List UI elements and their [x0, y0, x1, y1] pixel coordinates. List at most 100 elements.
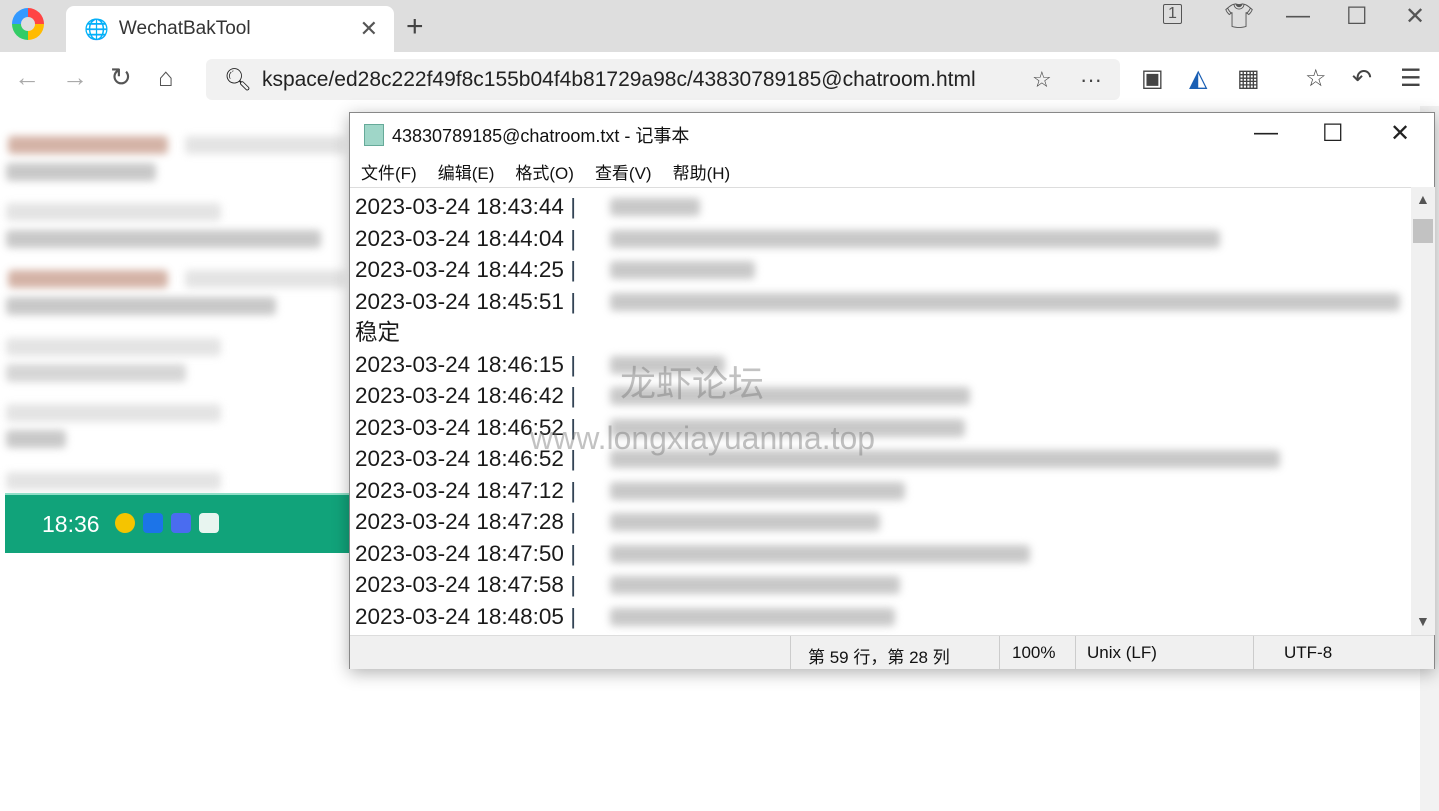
notepad-close-button[interactable]: ✕: [1390, 119, 1410, 148]
timestamp: 2023-03-24 18:44:04: [355, 225, 564, 251]
separator: |: [563, 257, 577, 282]
notepad-minimize-button[interactable]: —: [1254, 119, 1278, 147]
timestamp: 2023-03-24 18:44:25: [355, 257, 564, 282]
text-line: 2023-03-24 18:46:15 |: [355, 349, 1411, 381]
skin-shirt-icon[interactable]: 👕︎: [1224, 2, 1254, 31]
timestamp: 2023-03-24 18:46:15: [355, 351, 564, 377]
menu-help[interactable]: 帮助(H): [673, 159, 731, 184]
tab-wechatbaktool[interactable]: 🌐 WechatBakTool ✕: [66, 6, 394, 52]
status-bar-image: 18:36: [5, 493, 350, 553]
scroll-down-icon[interactable]: ▼: [1416, 613, 1430, 629]
scroll-thumb[interactable]: [1413, 219, 1433, 243]
blurred-message: [610, 607, 895, 626]
text-line: 2023-03-24 18:46:52 |: [355, 412, 1411, 444]
notepad-icon: [364, 123, 384, 146]
menu-view[interactable]: 查看(V): [595, 159, 652, 184]
search-icon: 🔍︎: [224, 66, 252, 92]
extension-icon[interactable]: ▣: [1141, 64, 1164, 93]
blurred-message: [610, 513, 880, 531]
timestamp: 2023-03-24 18:43:44: [355, 194, 564, 219]
notepad-maximize-button[interactable]: ☐: [1322, 119, 1344, 148]
undo-icon[interactable]: ↶: [1352, 64, 1372, 93]
timestamp: 2023-03-24 18:45:51: [355, 288, 564, 314]
app-icon: [143, 513, 163, 533]
tab-title: WechatBakTool: [118, 18, 251, 39]
time-text: 18:36: [42, 511, 100, 537]
blurred-message: [610, 418, 965, 437]
blurred-message: [6, 297, 276, 315]
tab-counter-button[interactable]: 1: [1163, 4, 1182, 24]
new-tab-button[interactable]: +: [406, 10, 424, 44]
menu-format[interactable]: 格式(O): [515, 159, 574, 184]
chat-page-content: [0, 106, 350, 506]
close-window-button[interactable]: ✕: [1405, 2, 1425, 31]
extension-triangle-icon[interactable]: ◭: [1189, 64, 1207, 93]
notepad-status-bar: 第 59 行，第 28 列 100% Unix (LF) UTF-8: [350, 635, 1434, 670]
separator: |: [563, 477, 577, 503]
separator: |: [563, 288, 577, 314]
home-button[interactable]: ⌂: [158, 62, 174, 93]
scroll-up-icon[interactable]: ▲: [1416, 191, 1430, 207]
app-icon: [115, 513, 135, 533]
menu-file[interactable]: 文件(F): [361, 159, 417, 184]
blurred-message: [6, 364, 186, 382]
blurred-message: [610, 450, 1280, 468]
globe-icon: 🌐: [84, 18, 109, 41]
blurred-message: [610, 292, 1400, 311]
separator: |: [563, 509, 577, 534]
blurred-message: [610, 355, 725, 374]
browser-tab-bar: 🌐 WechatBakTool ✕ + 1 👕︎ — ☐ ✕: [0, 0, 1439, 52]
blurred-message: [610, 544, 1030, 563]
notepad-menu-bar: 文件(F) 编辑(E) 格式(O) 查看(V) 帮助(H): [350, 156, 1434, 187]
maximize-button[interactable]: ☐: [1346, 2, 1368, 31]
timestamp: 2023-03-24 18:47:12: [355, 477, 564, 503]
blurred-message: [6, 203, 221, 221]
timestamp: 2023-03-24 18:46:42: [355, 383, 564, 408]
blurred-message: [8, 136, 168, 154]
menu-icon[interactable]: ☰: [1400, 64, 1422, 93]
cursor-position: 第 59 行，第 28 列: [808, 648, 950, 667]
more-icon[interactable]: ···: [1080, 67, 1102, 93]
text-line: 2023-03-24 18:47:58 |: [355, 569, 1411, 601]
bookmark-star-icon[interactable]: ☆: [1032, 67, 1052, 93]
timestamp: 2023-03-24 18:48:05: [355, 603, 564, 629]
timestamp: 2023-03-24 18:47:28: [355, 509, 564, 534]
back-button[interactable]: ←: [14, 62, 40, 93]
forward-button[interactable]: →: [62, 62, 88, 93]
timestamp: 2023-03-24 18:47:58: [355, 572, 564, 597]
text-line: 2023-03-24 18:46:42 |: [355, 380, 1411, 412]
text-line: 2023-03-24 18:48:05 |: [355, 601, 1411, 633]
blurred-message: [6, 430, 66, 448]
timestamp: 2023-03-24 18:46:52: [355, 414, 564, 440]
blurred-message: [6, 404, 221, 422]
minimize-button[interactable]: —: [1286, 2, 1310, 30]
close-tab-icon[interactable]: ✕: [360, 16, 378, 42]
address-bar[interactable]: 🔍︎ kspace/ed28c222f49f8c155b04f4b81729a9…: [206, 59, 1120, 100]
continuation-text: 稳定: [355, 320, 401, 345]
blurred-message: [6, 338, 221, 356]
text-line: 2023-03-24 18:44:25 |: [355, 254, 1411, 286]
notepad-scrollbar[interactable]: ▲ ▼: [1411, 187, 1435, 635]
separator: |: [563, 194, 577, 219]
separator: |: [563, 351, 577, 377]
reload-button[interactable]: ↻: [110, 62, 132, 93]
text-line: 2023-03-24 18:47:28 |: [355, 506, 1411, 538]
blurred-message: [610, 576, 900, 594]
blurred-message: [6, 230, 321, 248]
text-line: 2023-03-24 18:44:04 |: [355, 223, 1411, 255]
apps-grid-icon[interactable]: ▦: [1237, 64, 1260, 93]
timestamp: 2023-03-24 18:46:52: [355, 446, 564, 471]
zoom-level: 100%: [1012, 643, 1056, 662]
blurred-message: [610, 387, 970, 405]
favorites-icon[interactable]: ☆: [1305, 64, 1327, 93]
encoding: UTF-8: [1284, 643, 1333, 662]
blurred-message: [610, 481, 905, 500]
menu-edit[interactable]: 编辑(E): [438, 159, 495, 184]
separator: |: [563, 540, 577, 566]
notepad-text-area[interactable]: 2023-03-24 18:43:44 | 2023-03-24 18:44:04…: [350, 187, 1411, 635]
separator: |: [563, 225, 577, 251]
text-line: 2023-03-24 18:43:44 |: [355, 191, 1411, 223]
browser-toolbar: ← → ↻ ⌂ 🔍︎ kspace/ed28c222f49f8c155b04f4…: [0, 52, 1439, 106]
timestamp: 2023-03-24 18:47:50: [355, 540, 564, 566]
separator: |: [563, 446, 577, 471]
